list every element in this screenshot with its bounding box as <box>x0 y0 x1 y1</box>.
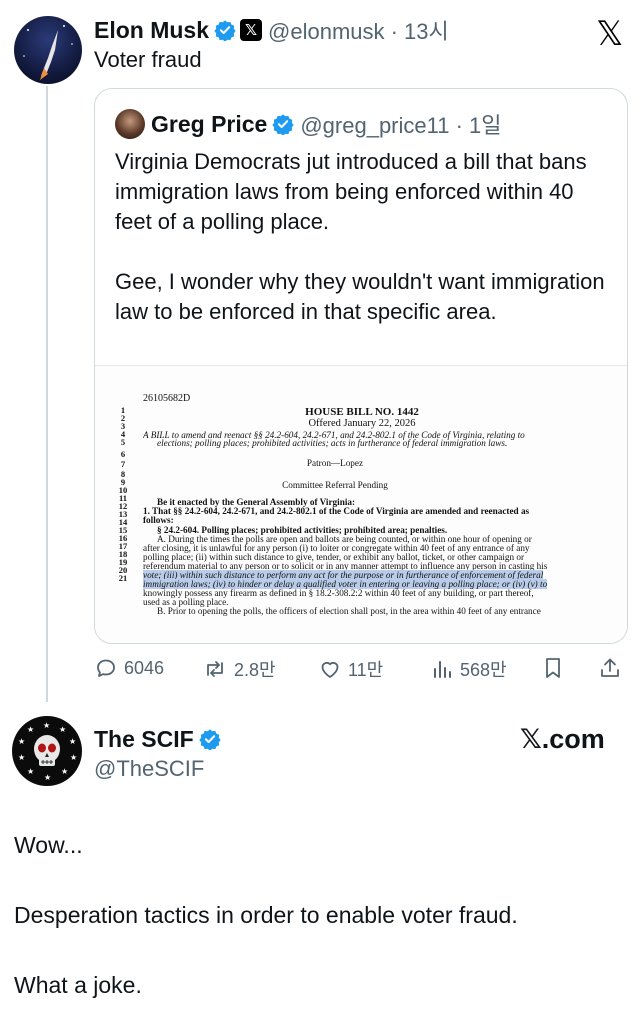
svg-text:★: ★ <box>69 737 76 746</box>
quoted-tweet[interactable]: Greg Price @greg_price11 · 1일 Virginia D… <box>94 88 628 644</box>
tweet-text-line: Desperation tactics in order to enable v… <box>14 902 518 928</box>
bookmark-icon <box>546 658 560 678</box>
reply-icon <box>97 659 115 677</box>
tweet-header: The SCIF <box>94 724 221 754</box>
doc-line-number: 21 <box>118 573 128 583</box>
doc-line-number: 6 <box>120 449 126 459</box>
author-name[interactable]: The SCIF <box>94 726 194 753</box>
avatar[interactable] <box>14 16 82 84</box>
tweet-text: Voter fraud <box>94 47 202 72</box>
svg-text:★: ★ <box>27 725 34 734</box>
svg-text:★: ★ <box>18 737 25 746</box>
tweet-text-line: What a joke. <box>14 972 142 998</box>
svg-text:★: ★ <box>70 753 77 762</box>
views-button[interactable]: 568만 <box>430 656 507 682</box>
quoted-header: Greg Price @greg_price11 · 1일 <box>151 109 502 139</box>
svg-text:★: ★ <box>59 725 66 734</box>
quoted-text: Virginia Democrats jut introduced a bill… <box>115 149 605 324</box>
svg-text:★: ★ <box>18 753 25 762</box>
reply-count: 6046 <box>124 657 165 678</box>
quoted-avatar[interactable] <box>115 109 145 139</box>
verified-badge-icon <box>214 20 236 41</box>
x-affiliation-icon: 𝕏 <box>240 19 263 41</box>
action-bar: 6046 2.8만 11만 568만 <box>94 656 628 684</box>
like-button[interactable]: 11만 <box>318 656 383 682</box>
svg-text:★: ★ <box>43 721 50 730</box>
doc-bill-title: HOUSE BILL NO. 1442 <box>305 406 419 418</box>
doc-line-number: 5 <box>120 437 126 447</box>
heart-icon <box>321 661 339 678</box>
reply-button[interactable]: 6046 <box>94 656 164 680</box>
x-com-watermark: 𝕏.com <box>520 724 605 754</box>
x-logo-icon: 𝕏 <box>596 15 624 53</box>
share-button[interactable] <box>598 656 628 680</box>
doc-text-line: 1. That §§ 24.2-604, 24.2-671, and 24.2-… <box>143 506 530 516</box>
author-name[interactable]: Elon Musk <box>94 17 209 44</box>
quoted-author-name[interactable]: Greg Price <box>151 111 267 138</box>
views-count: 568만 <box>460 660 507 680</box>
repost-button[interactable]: 2.8만 <box>202 656 276 682</box>
quoted-author-handle[interactable]: @greg_price11 · 1일 <box>300 108 501 140</box>
verified-badge-icon <box>199 729 221 750</box>
svg-text:★: ★ <box>27 767 34 776</box>
author-handle[interactable]: @elonmusk · 13시 <box>268 14 449 46</box>
svg-text:★: ★ <box>61 767 68 776</box>
doc-text-line: Committee Referral Pending <box>282 480 388 490</box>
doc-text-line: follows: <box>143 515 174 525</box>
doc-offered-date: Offered January 22, 2026 <box>308 418 416 429</box>
bookmark-button[interactable] <box>542 656 570 680</box>
tweet-header: Elon Musk 𝕏 @elonmusk · 13시 <box>94 14 449 46</box>
like-count: 11만 <box>348 660 384 680</box>
bill-document-image[interactable]: 26105682D HOUSE BILL NO. 1442 Offered Ja… <box>95 365 627 643</box>
author-handle[interactable]: @TheSCIF <box>94 756 204 782</box>
repost-icon <box>207 661 223 677</box>
avatar[interactable]: ★ ★ ★ ★ ★ ★ ★ ★ ★ ★ <box>12 716 82 786</box>
tweet-text-line: Wow... <box>14 832 83 858</box>
views-chart-icon <box>434 661 451 678</box>
doc-text-line: elections; polling places; prohibited ac… <box>157 438 508 448</box>
doc-ref-number: 26105682D <box>143 393 191 404</box>
verified-badge-icon <box>272 114 294 135</box>
thread-connector <box>46 86 48 702</box>
doc-text-line: Patron—Lopez <box>306 458 364 468</box>
svg-text:★: ★ <box>44 773 51 782</box>
doc-text-line: B. Prior to opening the polls, the offic… <box>157 606 541 616</box>
repost-count: 2.8만 <box>234 660 276 680</box>
share-icon <box>601 658 619 677</box>
